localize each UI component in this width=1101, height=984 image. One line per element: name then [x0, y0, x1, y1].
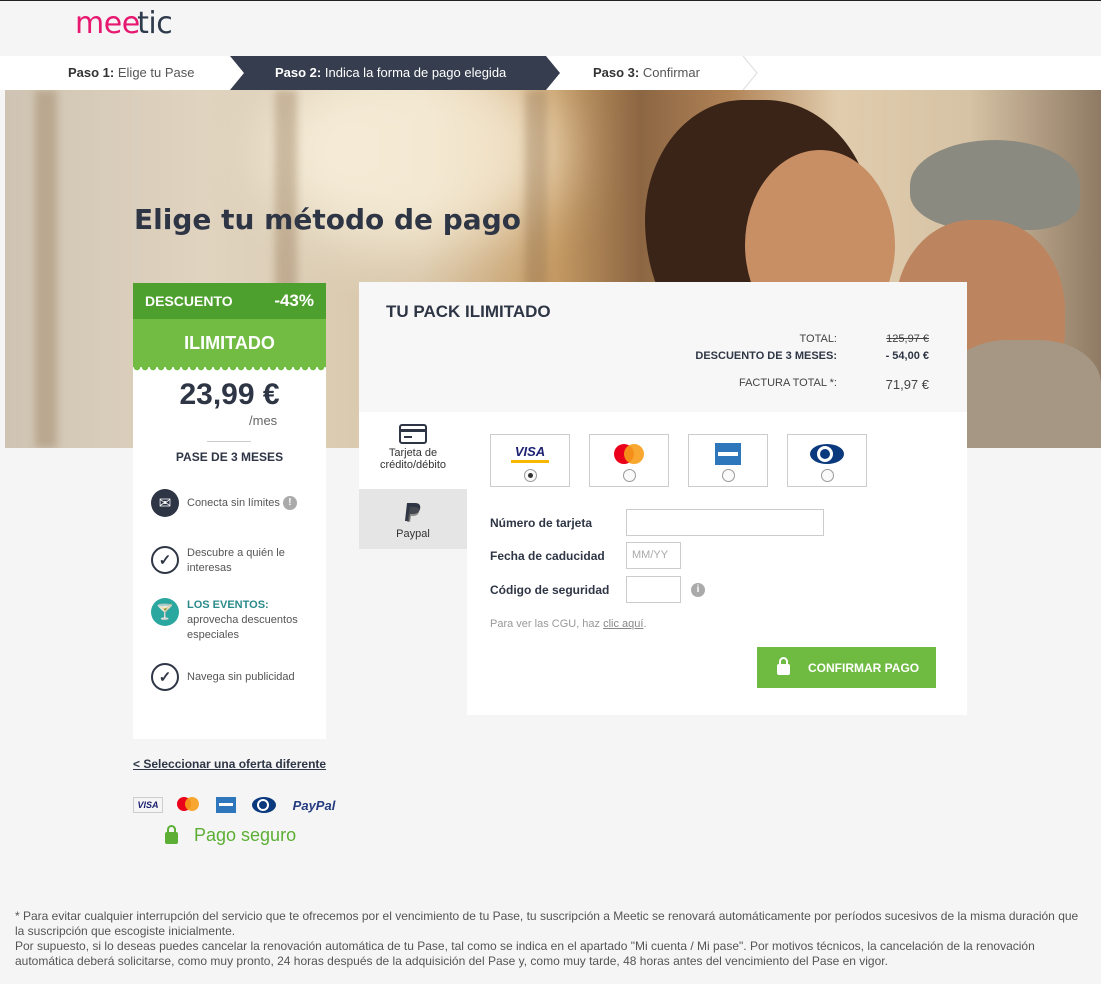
- card-option-visa[interactable]: VISA: [490, 434, 570, 487]
- payment-logos: VISA PayPal: [133, 796, 339, 814]
- mastercard-logo-icon: [177, 797, 199, 811]
- scallop-edge: [133, 367, 326, 375]
- credit-card-icon: [399, 424, 427, 444]
- tab-card[interactable]: Tarjeta de crédito/débito: [359, 412, 467, 489]
- paypal-icon: [405, 503, 421, 522]
- divider: [207, 441, 251, 442]
- page-title: Elige tu método de pago: [134, 203, 521, 236]
- lock-icon: [165, 825, 178, 844]
- card-option-mastercard[interactable]: [589, 434, 669, 487]
- card-form: VISA Número de tarjeta Fecha de caducida…: [467, 412, 967, 715]
- check-icon: ✓: [151, 663, 179, 691]
- radio-visa[interactable]: [524, 469, 537, 482]
- expiry-input[interactable]: MM/YY: [626, 542, 681, 569]
- feature-item: ✉ Conecta sin límites!: [151, 489, 297, 517]
- envelope-icon: ✉: [151, 489, 179, 517]
- lock-icon: [777, 657, 790, 675]
- feature-item: ✓ Descubre a quién le interesas: [151, 546, 307, 576]
- security-code-label: Código de seguridad: [490, 583, 610, 597]
- radio-diners[interactable]: [821, 469, 834, 482]
- info-icon[interactable]: i: [691, 583, 705, 597]
- mastercard-logo-icon: [614, 444, 644, 464]
- check-icon: ✓: [151, 546, 179, 574]
- tab-paypal[interactable]: Paypal: [359, 489, 467, 549]
- paypal-logo-icon: PayPal: [292, 797, 336, 813]
- meetic-logo[interactable]: meetic: [75, 6, 173, 41]
- amex-logo-icon: [216, 797, 236, 813]
- step-chevron-icon: [742, 56, 758, 90]
- hero-photo-man: [910, 140, 1080, 230]
- visa-logo-icon: VISA: [133, 797, 163, 813]
- diners-logo-icon: [810, 444, 844, 464]
- price-period: /mes: [249, 413, 278, 428]
- step-1[interactable]: Paso 1: Elige tu Pase: [68, 56, 194, 90]
- info-icon[interactable]: !: [282, 496, 297, 511]
- pack-title: TU PACK ILIMITADO: [386, 302, 551, 321]
- card-number-label: Número de tarjeta: [490, 516, 593, 530]
- diners-logo-icon: [252, 797, 276, 813]
- visa-logo-icon: VISA: [511, 443, 549, 463]
- step-2-active: Paso 2: Indica la forma de pago elegida: [230, 56, 560, 90]
- invoice-row: FACTURA TOTAL *: 71,97 €: [738, 377, 929, 392]
- card-option-amex[interactable]: [688, 434, 768, 487]
- feature-item: ✓ Navega sin publicidad: [151, 663, 295, 691]
- pack-summary: TU PACK ILIMITADO TOTAL: 125,97 € DESCUEN…: [359, 282, 967, 412]
- secure-payment: Pago seguro: [165, 825, 296, 846]
- price: 23,99 €: [179, 378, 280, 411]
- card-option-diners[interactable]: [787, 434, 867, 487]
- cgu-text: Para ver las CGU, haz clic aquí.: [490, 618, 647, 630]
- total-row: TOTAL: 125,97 €: [799, 333, 930, 345]
- discount-percent: -43%: [274, 291, 314, 310]
- discount-banner: DESCUENTO -43%: [133, 283, 326, 319]
- legal-footer: * Para evitar cualquier interrupción del…: [15, 909, 1079, 968]
- checkout-steps: Paso 1: Elige tu Pase Paso 2: Indica la …: [0, 56, 1101, 90]
- discount-row: DESCUENTO DE 3 MESES: - 54,00 €: [695, 350, 929, 362]
- radio-amex[interactable]: [722, 469, 735, 482]
- radio-mastercard[interactable]: [623, 469, 636, 482]
- cocktail-icon: 🍸: [151, 598, 179, 626]
- step-3: Paso 3: Confirmar: [593, 65, 700, 80]
- plan-name: ILIMITADO: [133, 319, 326, 367]
- security-code-input[interactable]: [626, 576, 681, 603]
- card-number-input[interactable]: [626, 509, 824, 536]
- select-other-offer-link[interactable]: < Seleccionar una oferta diferente: [133, 757, 326, 771]
- amex-logo-icon: [715, 443, 741, 465]
- confirm-payment-button[interactable]: CONFIRMAR PAGO: [757, 647, 936, 688]
- payment-method-tabs: Tarjeta de crédito/débito Paypal: [359, 412, 467, 549]
- offer-card: DESCUENTO -43% ILIMITADO 23,99 € /mes PA…: [133, 283, 326, 739]
- header: meetic: [0, 1, 1101, 56]
- cgu-link[interactable]: clic aquí: [603, 618, 643, 630]
- expiry-label: Fecha de caducidad: [490, 549, 605, 563]
- pass-duration: PASE DE 3 MESES: [175, 450, 284, 464]
- feature-item: 🍸 LOS EVENTOS: aprovecha descuentos espec…: [151, 598, 307, 643]
